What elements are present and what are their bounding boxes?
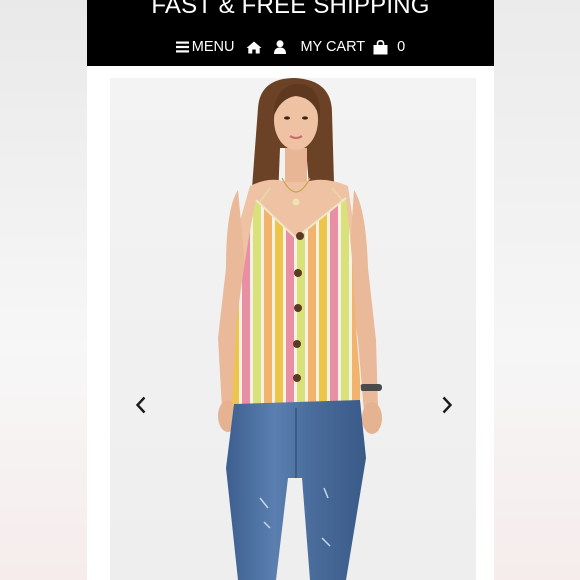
cart-label: MY CART: [300, 39, 366, 55]
store-page: FAST & FREE SHIPPING MENU MY CART 0: [87, 0, 494, 580]
home-button[interactable]: [246, 41, 262, 54]
background-left: [0, 0, 87, 580]
product-photo: [110, 78, 476, 580]
product-image-carousel[interactable]: [110, 78, 476, 580]
cart-button[interactable]: MY CART 0: [300, 39, 405, 55]
promo-banner-text: FAST & FREE SHIPPING: [151, 0, 430, 19]
background-right: [494, 0, 580, 580]
user-icon: [274, 40, 287, 54]
site-header: FAST & FREE SHIPPING MENU MY CART 0: [87, 0, 494, 66]
header-nav: MENU MY CART 0: [87, 37, 494, 57]
chevron-left-icon: [135, 396, 146, 414]
shopping-bag-icon: [373, 39, 388, 54]
menu-button[interactable]: MENU: [175, 39, 235, 55]
chevron-right-icon: [442, 396, 453, 414]
account-button[interactable]: [274, 40, 287, 54]
home-icon: [246, 41, 262, 53]
hamburger-icon: [175, 41, 189, 53]
menu-label: MENU: [191, 39, 235, 55]
cart-count: 0: [397, 39, 406, 55]
next-image-button[interactable]: [436, 394, 458, 416]
previous-image-button[interactable]: [130, 394, 152, 416]
